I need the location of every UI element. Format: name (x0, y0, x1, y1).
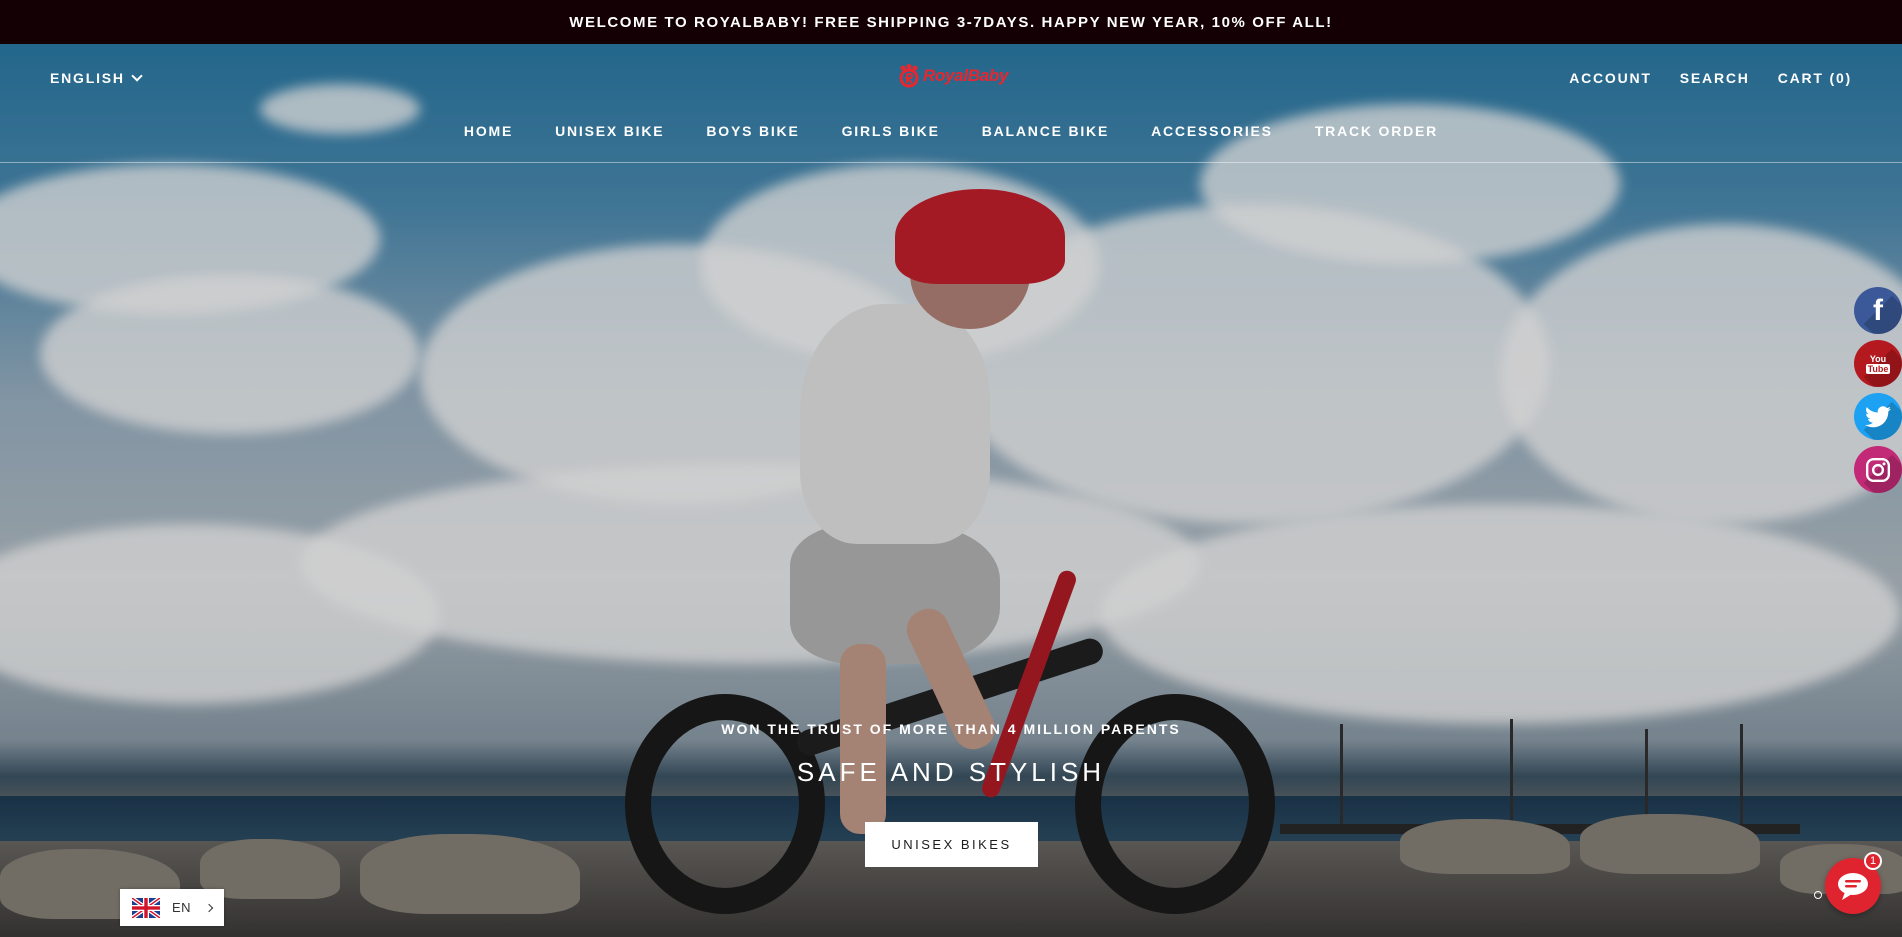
account-link[interactable]: ACCOUNT (1569, 70, 1652, 86)
main-nav: HOME UNISEX BIKE BOYS BIKE GIRLS BIKE BA… (0, 123, 1902, 139)
chat-notification-badge: 1 (1864, 852, 1882, 870)
instagram-icon[interactable] (1854, 446, 1902, 493)
nav-boys-bike[interactable]: BOYS BIKE (706, 123, 799, 139)
unisex-bikes-button[interactable]: UNISEX BIKES (865, 822, 1038, 867)
twitter-icon[interactable] (1854, 393, 1902, 440)
language-switcher[interactable]: EN (120, 889, 224, 926)
hero-banner (0, 44, 1902, 937)
announcement-bar: WELCOME TO ROYALBABY! FREE SHIPPING 3-7D… (0, 0, 1902, 44)
uk-flag-icon (132, 897, 160, 918)
facebook-icon[interactable]: f (1854, 287, 1902, 334)
language-label: ENGLISH (50, 70, 125, 86)
nav-home[interactable]: HOME (464, 123, 513, 139)
hero-eyebrow: WON THE TRUST OF MORE THAN 4 MILLION PAR… (721, 721, 1181, 737)
nav-balance-bike[interactable]: BALANCE BIKE (982, 123, 1109, 139)
logo[interactable]: RoyalBaby (898, 64, 1008, 88)
nav-girls-bike[interactable]: GIRLS BIKE (842, 123, 940, 139)
chat-bubble-icon (1838, 873, 1868, 900)
crown-logo-icon (899, 64, 919, 88)
cart-link[interactable]: CART (0) (1778, 70, 1852, 86)
logo-text: RoyalBaby (923, 66, 1009, 85)
language-code: EN (172, 900, 192, 915)
social-rail: f You Tube (1854, 287, 1902, 493)
nav-accessories[interactable]: ACCESSORIES (1151, 123, 1273, 139)
announcement-text: WELCOME TO ROYALBABY! FREE SHIPPING 3-7D… (569, 13, 1333, 31)
slide-indicator[interactable] (1814, 891, 1822, 899)
youtube-icon[interactable]: You Tube (1854, 340, 1902, 387)
language-selector[interactable]: ENGLISH (50, 70, 143, 86)
hero-headline: SAFE AND STYLISH (796, 757, 1106, 787)
search-link[interactable]: SEARCH (1680, 70, 1750, 86)
chevron-down-icon (131, 70, 143, 82)
header-links: ACCOUNT SEARCH CART (0) (1569, 70, 1852, 86)
nav-unisex-bike[interactable]: UNISEX BIKE (555, 123, 664, 139)
nav-track-order[interactable]: TRACK ORDER (1315, 123, 1438, 139)
site-header: ENGLISH RoyalBaby ACCOUNT SEARCH CART (0… (0, 44, 1902, 163)
chevron-right-icon (204, 903, 214, 912)
